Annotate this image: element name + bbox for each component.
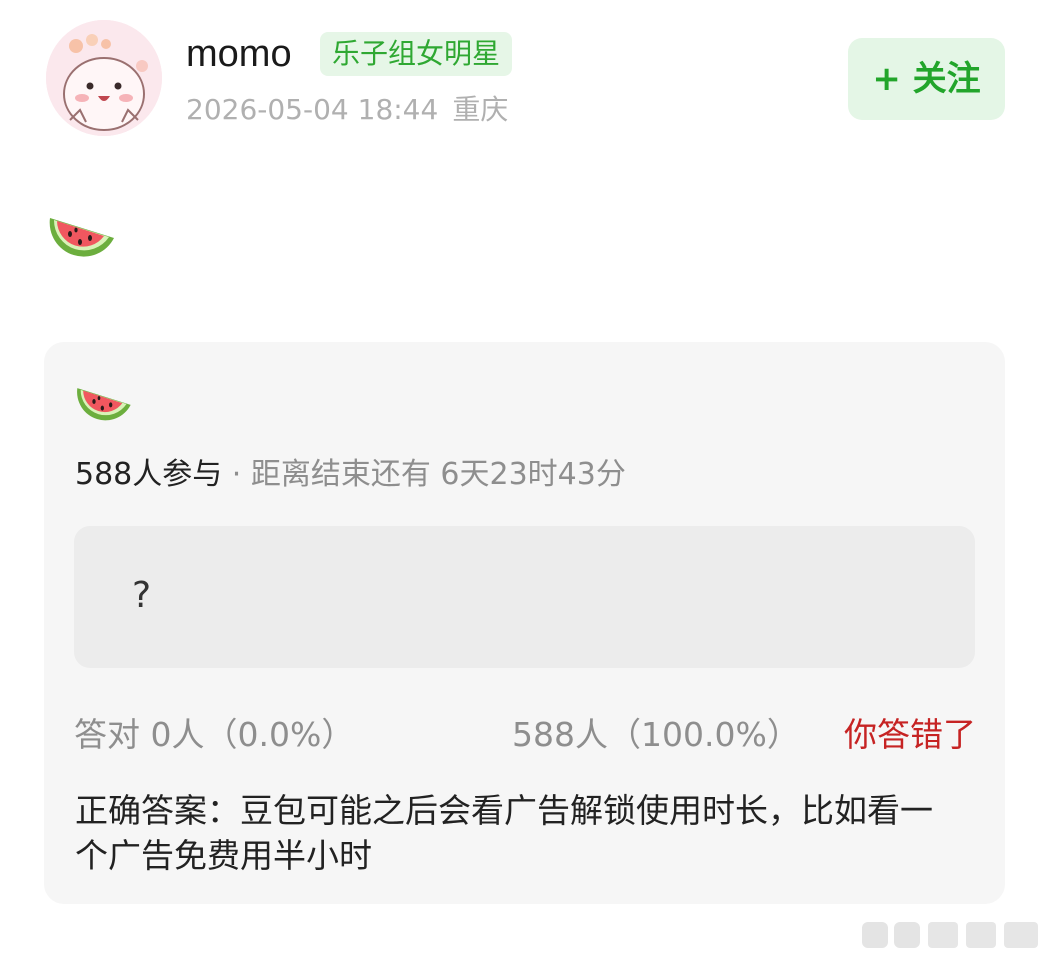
participant-count: 588人参与 <box>75 457 223 492</box>
user-badge[interactable]: 乐子组女明星 <box>320 32 513 76</box>
result-status: 你答错了 <box>844 715 976 754</box>
watermelon-icon <box>74 376 134 432</box>
time-remaining: 距离结束还有 6天23时43分 <box>250 457 626 492</box>
avatar[interactable] <box>46 20 162 136</box>
post-location: 重庆 <box>452 93 509 126</box>
correct-count: 答对 0人（0.0%） <box>74 715 355 754</box>
post-timestamp: 2026-05-04 18:44 <box>186 93 439 126</box>
other-count: 588人（100.0%） <box>512 715 800 754</box>
post-meta: 2026-05-04 18:44 重庆 <box>186 90 508 130</box>
results-row: 答对 0人（0.0%） 588人（100.0%） 你答错了 <box>74 712 976 758</box>
watermelon-icon <box>46 204 118 270</box>
username[interactable]: momo <box>186 30 292 78</box>
quiz-card: 588人参与 · 距离结束还有 6天23时43分 ? 答对 0人（0.0%） 5… <box>44 342 1005 904</box>
follow-button[interactable]: + 关注 <box>848 38 1005 120</box>
option-label: ? <box>132 575 152 616</box>
watermark-logo <box>858 914 1044 954</box>
stats-separator: · <box>222 457 251 492</box>
correct-answer: 正确答案：豆包可能之后会看广告解锁使用时长，比如看一个广告免费用半小时 <box>75 791 933 875</box>
post-header: momo 乐子组女明星 2026-05-04 18:44 重庆 + 关注 <box>0 0 1049 150</box>
quiz-option[interactable]: ? <box>74 526 975 668</box>
quiz-stats: 588人参与 · 距离结束还有 6天23时43分 <box>75 454 626 496</box>
